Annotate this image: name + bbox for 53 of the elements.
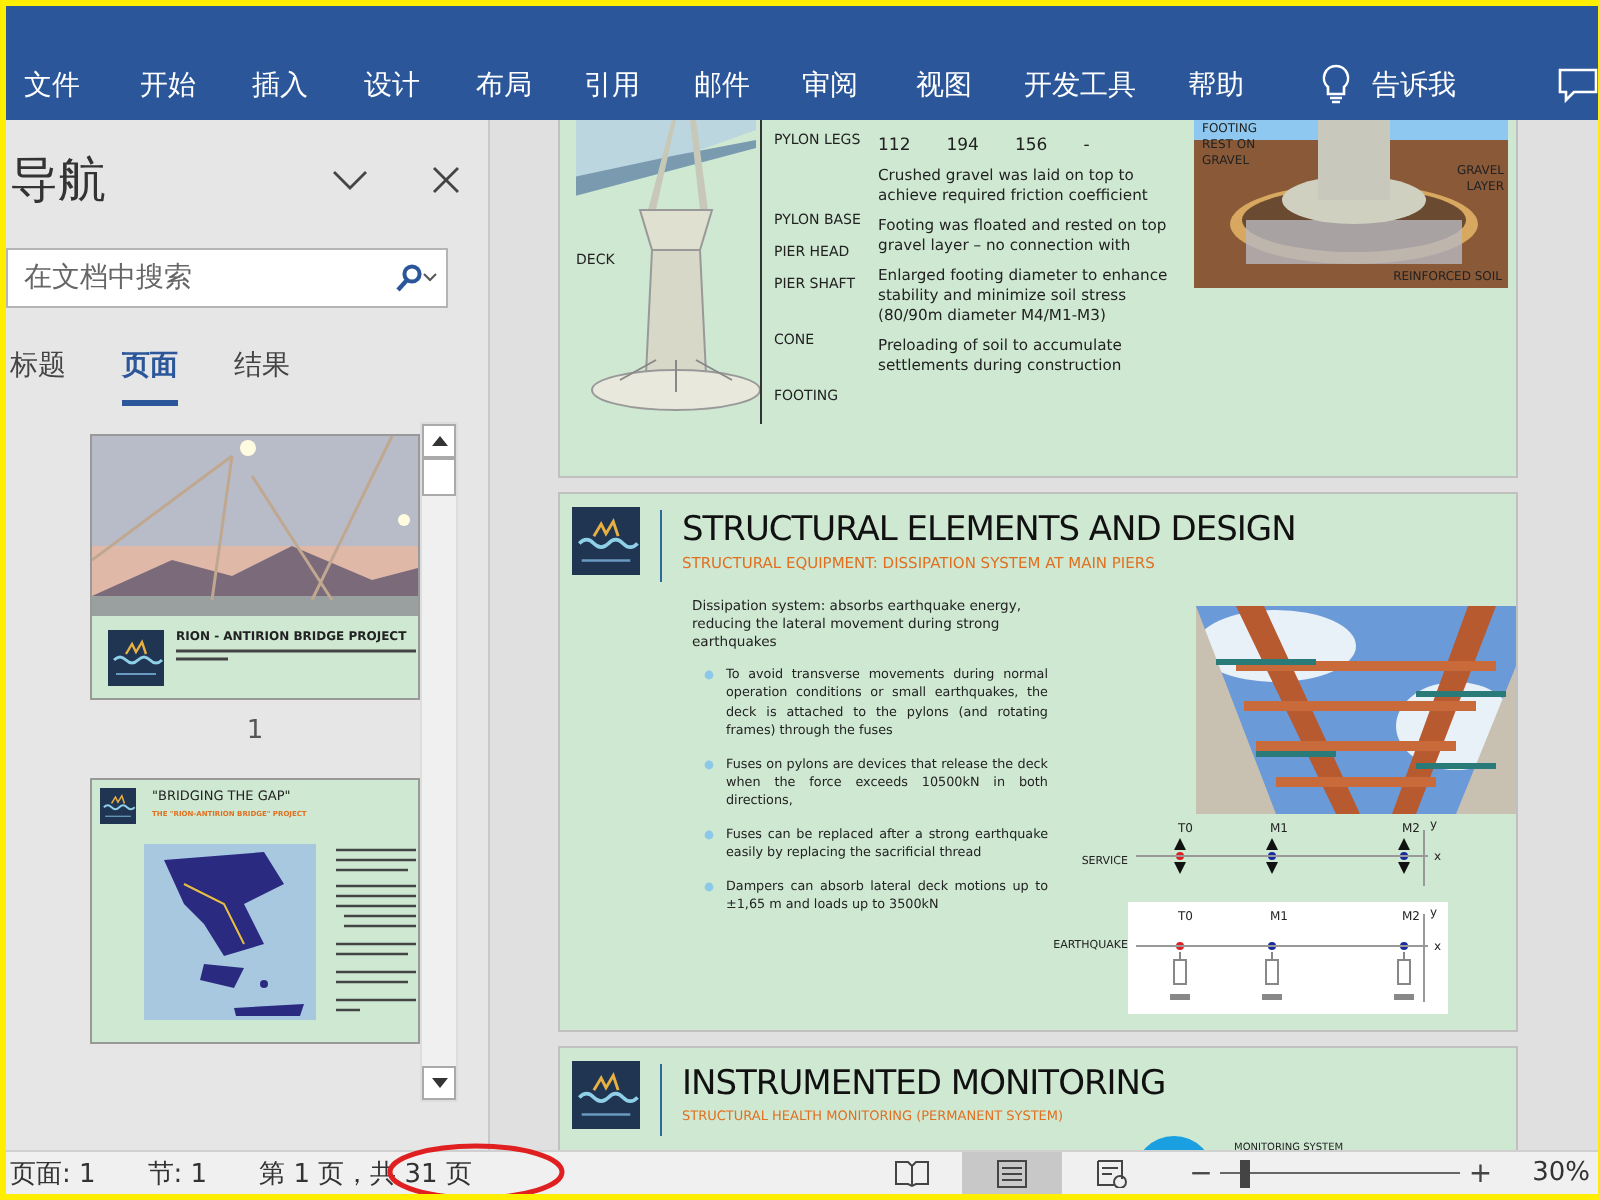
pane-title: 导航 (8, 150, 108, 212)
logo-icon (572, 1060, 640, 1130)
search-field[interactable]: 在文档中搜索 (6, 248, 448, 308)
page-status: 页面: 1 (10, 1157, 96, 1191)
pane-tab[interactable]: 结果 (234, 348, 290, 406)
page-icon (995, 1159, 1028, 1187)
page-number: 1 (246, 716, 264, 746)
ribbon-tab[interactable]: 视图 (916, 68, 972, 104)
section-status: 节: 1 (147, 1157, 208, 1191)
ribbon-tab[interactable]: 邮件 (694, 68, 750, 104)
bullet-icon (704, 670, 714, 680)
logo-icon (572, 506, 640, 576)
zoom-thumb[interactable] (1239, 1159, 1250, 1187)
close-icon[interactable] (432, 166, 460, 194)
zoom-in-button[interactable]: + (1460, 1157, 1501, 1189)
logo-icon (108, 630, 164, 686)
ribbon-tab[interactable]: 插入 (252, 68, 308, 104)
value-text: 194 (946, 136, 979, 156)
down-arrow-icon (431, 1078, 447, 1088)
pane-tab[interactable]: 页面 (122, 348, 178, 406)
zoom-out-button[interactable]: − (1181, 1157, 1221, 1189)
up-arrow-icon (431, 436, 447, 446)
web-page-icon (1095, 1159, 1128, 1187)
scroll-up-button[interactable] (422, 424, 456, 458)
search-icon[interactable] (394, 264, 438, 292)
ribbon-tab[interactable]: 设计 (364, 68, 420, 104)
ribbon-tab[interactable]: 开始 (140, 68, 196, 104)
slide-title: INSTRUMENTED MONITORING (682, 1064, 1166, 1104)
view-button[interactable] (961, 1152, 1062, 1194)
tell-me-button[interactable]: 告诉我 (1372, 68, 1456, 104)
ribbon-tab[interactable]: 布局 (476, 68, 532, 104)
zoom-level: 30% (1532, 1158, 1590, 1188)
lightbulb-icon[interactable] (1320, 64, 1352, 104)
bullet-icon (704, 881, 714, 892)
bullet-icon (704, 759, 714, 770)
logo-icon (100, 788, 136, 824)
slide-title: STRUCTURAL ELEMENTS AND DESIGN (682, 510, 1296, 550)
scroll-thumb[interactable] (422, 458, 456, 496)
value-text: 156 (1014, 136, 1048, 156)
ribbon-tab[interactable]: 文件 (24, 68, 80, 104)
comment-icon[interactable] (1558, 68, 1598, 104)
value-text: - (1083, 136, 1090, 156)
pane-tab[interactable]: 标题 (10, 348, 66, 406)
ribbon-tab[interactable]: 引用 (584, 68, 640, 104)
ribbon-tab[interactable]: 帮助 (1188, 68, 1244, 104)
scrollbar[interactable] (420, 422, 458, 1102)
chevron-down-icon[interactable] (332, 170, 368, 190)
ribbon-tab[interactable]: 审阅 (802, 68, 858, 104)
book-icon (893, 1159, 930, 1187)
bullet-icon (704, 829, 714, 840)
ribbon-tab[interactable]: 开发工具 (1024, 68, 1136, 104)
value-text: 112 (878, 136, 911, 156)
scroll-down-button[interactable] (422, 1066, 456, 1100)
